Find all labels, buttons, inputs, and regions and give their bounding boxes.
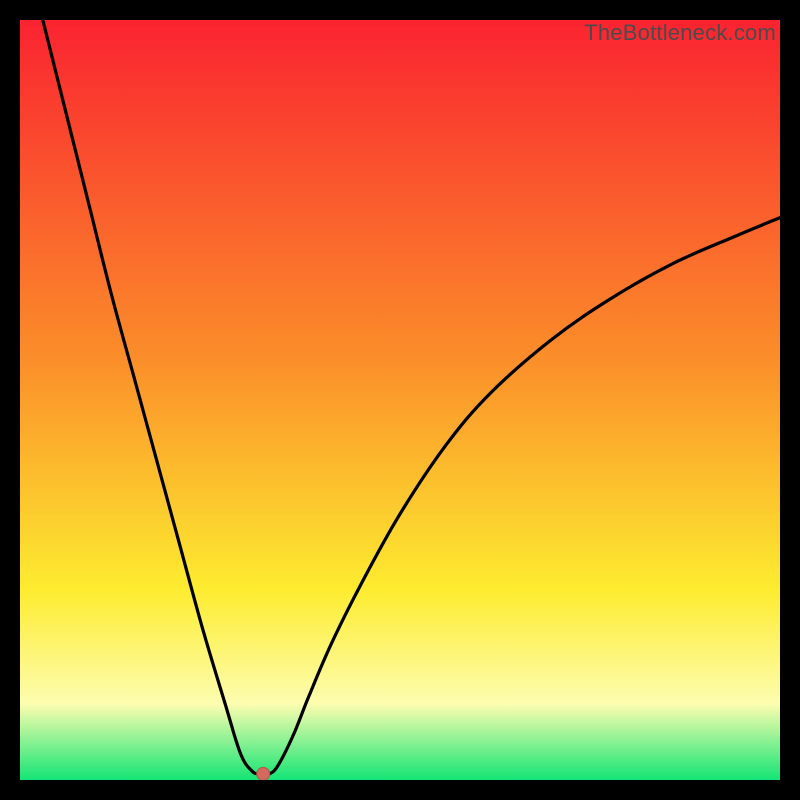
bottleneck-chart bbox=[20, 20, 780, 780]
optimal-point-marker bbox=[257, 767, 270, 780]
gradient-background bbox=[20, 20, 780, 780]
chart-frame: TheBottleneck.com bbox=[20, 20, 780, 780]
watermark-text: TheBottleneck.com bbox=[584, 20, 776, 46]
